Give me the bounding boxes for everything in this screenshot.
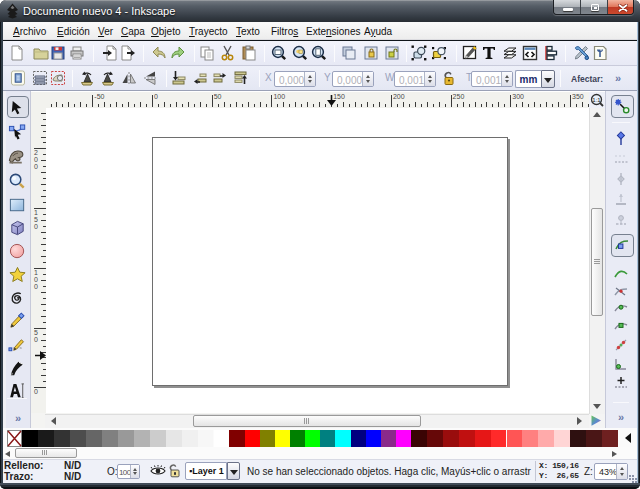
svg-text:1:1: 1:1 bbox=[592, 97, 601, 103]
